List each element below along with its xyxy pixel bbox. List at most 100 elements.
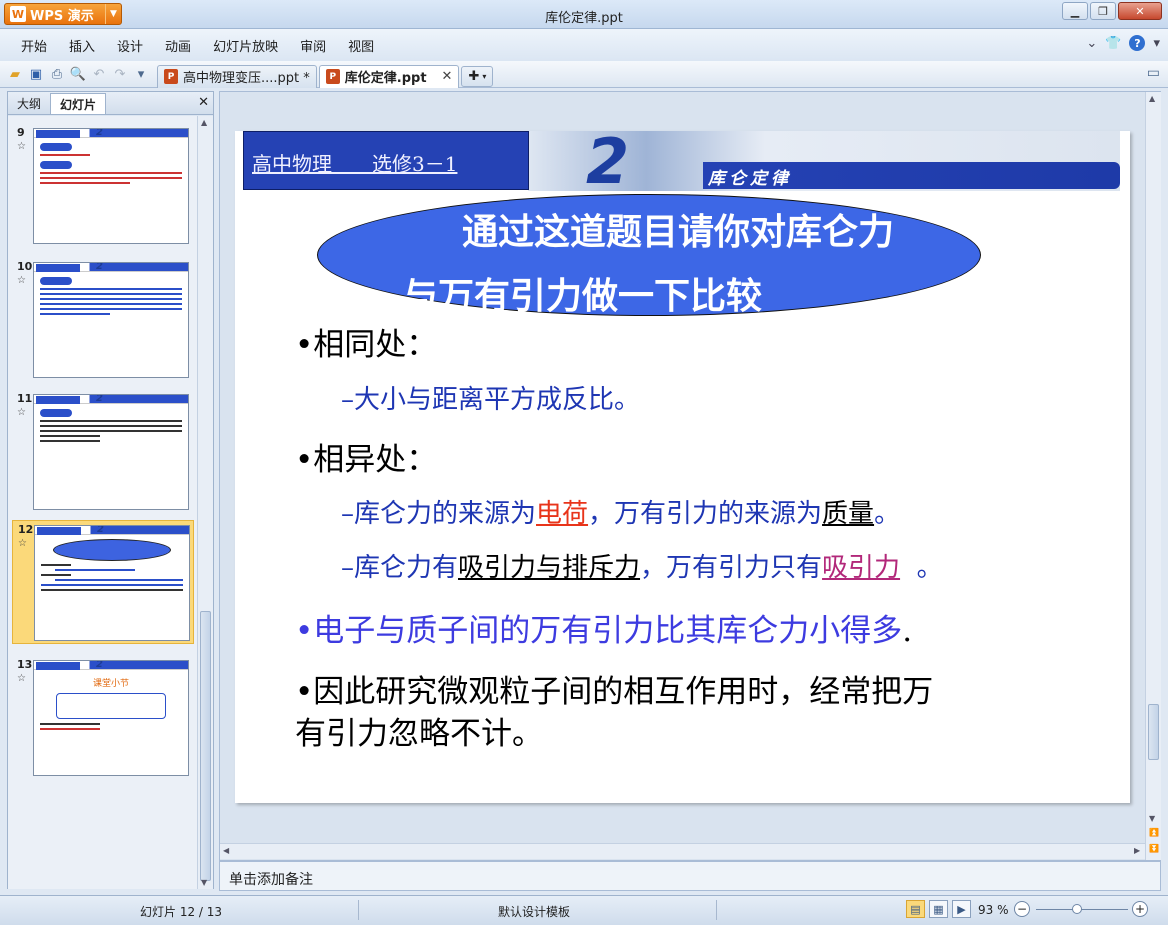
scrollbar-thumb[interactable] (200, 611, 211, 881)
menu-home[interactable]: 开始 (10, 36, 58, 55)
zoom-out-icon[interactable]: − (1014, 901, 1030, 917)
zoom-in-icon[interactable]: + (1132, 901, 1148, 917)
slide-number: 13 (17, 658, 33, 671)
animation-star-icon: ☆ (17, 275, 26, 286)
question-ellipse[interactable]: 通过这道题目请你对库仑力 与万有引力做一下比较 (317, 194, 981, 317)
slide-navigation-pane: 大纲 幻灯片 ✕ 9 ☆ 2 10 ☆ 2 11 ☆ 2 12 ☆ 2 13 ☆… (7, 91, 214, 889)
point-3[interactable]: •电子与质子间的万有引力比其库仑力小得多. (295, 605, 912, 650)
redo-icon[interactable]: ↷ (111, 65, 129, 83)
slide-thumbnail-12[interactable]: 12 ☆ 2 (12, 520, 194, 644)
question-line-2: 与万有引力做一下比较 (402, 276, 763, 317)
menu-review[interactable]: 审阅 (289, 36, 337, 55)
print-preview-icon[interactable]: 🔍 (69, 65, 87, 83)
diff-item-2[interactable]: –库仑力有吸引力与排斥力，万有引力只有吸引力 。 (341, 547, 943, 584)
tab-slides[interactable]: 幻灯片 (50, 93, 107, 114)
menu-animation[interactable]: 动画 (154, 36, 202, 55)
doc-tab-1[interactable]: P 高中物理变压....ppt * (157, 64, 317, 88)
slide-sorter-icon[interactable]: ▦ (929, 900, 948, 918)
slide-thumbnail-image: 2 (34, 525, 190, 641)
diff-item-2-prefix: –库仑力有 (341, 553, 459, 583)
animation-star-icon: ☆ (18, 538, 27, 549)
point-4-line-2[interactable]: 有引力忽略不计。 (295, 708, 543, 753)
animation-star-icon: ☆ (17, 407, 26, 418)
slide-counter: 幻灯片 12 / 13 (140, 905, 223, 919)
toolbar-dropdown-icon[interactable]: ▾ (132, 65, 150, 83)
diff-item-2-highlight: 吸引力 (822, 553, 901, 583)
notes-placeholder: 单击添加备注 (229, 872, 313, 888)
notes-pane[interactable]: 单击添加备注 (219, 861, 1161, 891)
zoom-knob[interactable] (1072, 904, 1082, 914)
next-slide-icon[interactable]: ⏬ (1149, 844, 1159, 853)
menu-insert[interactable]: 插入 (58, 36, 106, 55)
slide-thumbnail-11[interactable]: 11 ☆ 2 (12, 390, 194, 514)
course-header-box[interactable]: 高中物理 选修3－1 (243, 131, 529, 190)
slide-thumbnail-9[interactable]: 9 ☆ 2 (12, 124, 194, 248)
tab-list-icon[interactable]: ▭ (1147, 65, 1160, 81)
prev-slide-icon[interactable]: ⏫ (1149, 828, 1159, 837)
window-controls: ▁ ❐ ✕ (1062, 2, 1162, 20)
same-heading[interactable]: •相同处： (295, 319, 437, 364)
scroll-left-icon[interactable]: ◀ (223, 846, 229, 855)
scroll-up-icon[interactable]: ▲ (1149, 94, 1155, 103)
minimize-button[interactable]: ▁ (1062, 2, 1088, 20)
diff-item-1[interactable]: –库仑力的来源为电荷，万有引力的来源为质量。 (341, 493, 900, 530)
help-dropdown-icon[interactable]: ▾ (1153, 36, 1160, 51)
diff-item-2-underlined: 吸引力与排斥力 (458, 553, 641, 583)
pane-scrollbar[interactable]: ▲ ▼ (197, 116, 213, 889)
scroll-right-icon[interactable]: ▶ (1134, 846, 1140, 855)
slide-number: 12 (18, 523, 34, 536)
close-window-button[interactable]: ✕ (1118, 2, 1162, 20)
diff-item-1-middle: ，万有引力的来源为 (588, 499, 823, 529)
diff-item-1-highlight: 电荷 (536, 499, 589, 529)
window-title: 库伦定律.ppt (545, 11, 623, 26)
menu-view[interactable]: 视图 (337, 36, 385, 55)
menu-bar: 开始 插入 设计 动画 幻灯片放映 审阅 视图 ⌄ 👕 ? ▾ (0, 29, 1168, 61)
restore-button[interactable]: ❐ (1090, 2, 1116, 20)
diff-item-1-prefix: –库仑力的来源为 (341, 499, 537, 529)
slide-thumbnail-10[interactable]: 10 ☆ 2 (12, 258, 194, 382)
new-tab-button[interactable]: ✚ ▾ (461, 65, 494, 87)
scroll-down-icon[interactable]: ▼ (1149, 814, 1155, 823)
close-pane-icon[interactable]: ✕ (198, 95, 209, 110)
point-3-text: •电子与质子间的万有引力比其库仑力小得多 (295, 613, 903, 649)
title-bar: W WPS 演示 ▼ 库伦定律.ppt ▁ ❐ ✕ (0, 0, 1168, 29)
menu-slideshow[interactable]: 幻灯片放映 (202, 36, 289, 55)
slide-canvas[interactable]: 2 库仑定律 高中物理 选修3－1 通过这道题目请你对库仑力 与万有引力做一下比… (235, 131, 1130, 803)
normal-view-icon[interactable]: ▤ (906, 900, 925, 918)
slide-thumbnail-image: 2 课堂小节 (33, 660, 189, 776)
diff-heading[interactable]: •相异处： (295, 434, 437, 479)
close-tab-icon[interactable]: ✕ (442, 69, 453, 84)
chapter-banner: 2 库仑定律 (528, 131, 1120, 191)
scrollbar-thumb[interactable] (1148, 704, 1159, 760)
help-icon[interactable]: ? (1129, 35, 1146, 51)
menu-design[interactable]: 设计 (106, 36, 154, 55)
slide-number: 9 (17, 126, 25, 139)
zoom-level: 93 % (978, 903, 1009, 917)
same-item[interactable]: –大小与距离平方成反比。 (341, 379, 640, 416)
menu-right-icons: ⌄ 👕 ? ▾ (1086, 35, 1160, 51)
course-header-text: 高中物理 选修3－1 (252, 152, 458, 176)
skin-shirt-icon[interactable]: 👕 (1105, 36, 1121, 51)
tab-outline[interactable]: 大纲 (8, 93, 50, 114)
zoom-slider[interactable]: − + (1014, 901, 1154, 919)
slideshow-play-icon[interactable]: ▶ (952, 900, 971, 918)
design-template-name: 默认设计模板 (498, 905, 571, 919)
zoom-track[interactable] (1036, 909, 1128, 910)
print-icon[interactable]: ⎙ (48, 65, 66, 83)
slide-thumbnail-13[interactable]: 13 ☆ 2 课堂小节 (12, 656, 194, 780)
doc-tab-label: 高中物理变压....ppt * (183, 71, 310, 86)
doc-tab-label: 库伦定律.ppt (344, 71, 427, 86)
collapse-ribbon-icon[interactable]: ⌄ (1086, 36, 1097, 51)
ppt-file-icon: P (325, 69, 340, 84)
doc-tab-2[interactable]: P 库伦定律.ppt ✕ (318, 64, 460, 88)
diff-item-2-suffix: 。 (900, 553, 943, 583)
slide-vertical-scrollbar[interactable]: ▲ ▼ ⏫ ⏬ (1145, 92, 1161, 860)
point-4-line-1[interactable]: •因此研究微观粒子间的相互作用时，经常把万 (295, 666, 933, 711)
scroll-up-icon[interactable]: ▲ (201, 118, 207, 127)
undo-icon[interactable]: ↶ (90, 65, 108, 83)
slide-horizontal-scrollbar[interactable]: ◀ ▶ (220, 843, 1145, 859)
open-folder-icon[interactable]: ▰ (6, 65, 24, 83)
scroll-down-icon[interactable]: ▼ (201, 878, 207, 887)
diff-item-1-underlined: 质量 (822, 499, 875, 529)
save-icon[interactable]: ▣ (27, 65, 45, 83)
